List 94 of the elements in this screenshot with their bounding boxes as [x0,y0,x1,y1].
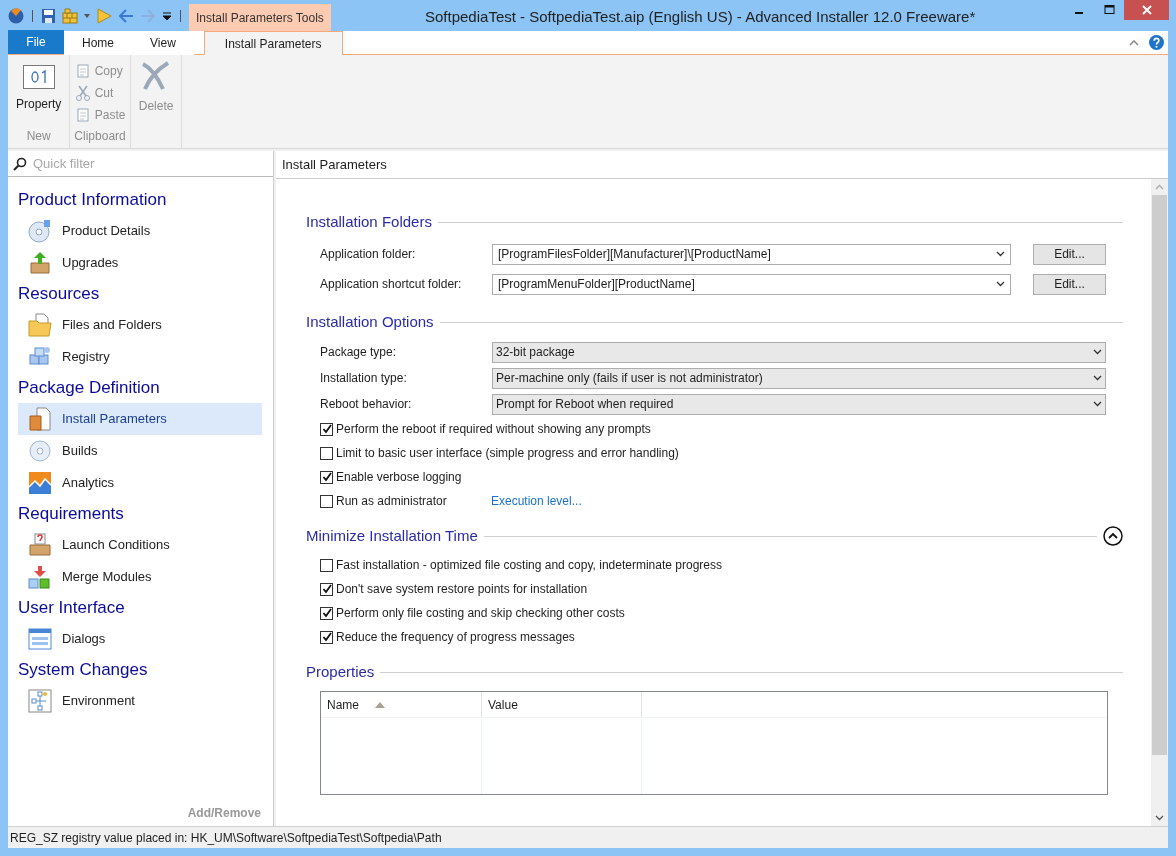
nav-item[interactable]: Files and Folders [18,309,262,341]
checkbox-option[interactable]: Fast installation - optimized file costing and copy, indeterminate progress [320,556,722,574]
scrollbar-thumb[interactable] [1152,195,1167,755]
caret-icon [1093,375,1102,381]
checkbox-option[interactable]: Enable verbose logging [320,468,462,486]
checkbox[interactable] [320,582,333,596]
disc-icon [28,439,52,463]
nav-item[interactable]: Dialogs [18,623,262,655]
nav-item[interactable]: Launch Conditions [18,529,262,561]
edit-button[interactable]: Edit... [1033,273,1106,295]
folder-icon [28,313,52,337]
document-icon [74,107,91,123]
group-heading: Package Definition [18,377,161,400]
checkbox-option[interactable]: Perform only file costing and skip checking other costs [320,604,625,622]
group-label: Clipboard [74,128,126,145]
context-tab-label: Install Parameters Tools [189,4,331,31]
customize-icon[interactable] [162,10,172,21]
field-label: Application folder: [320,246,417,263]
caret-icon [1093,349,1102,355]
window-title: SoftpediaTest - SoftpediaTest.aip (English US) - Advanced Installer 12.0 Freeware* [425,7,976,27]
panel-title: Install Parameters [282,155,387,174]
nav-item[interactable]: Analytics [18,467,262,499]
execution-level-link[interactable]: Execution level... [491,492,582,510]
checkbox-option[interactable]: Don't save system restore points for installation [320,580,588,598]
app-logo-icon[interactable] [8,7,24,24]
path-combo[interactable]: [ProgramMenuFolder][ProductName] [492,273,1011,295]
box-page-icon [28,407,52,431]
help-icon[interactable] [1149,35,1164,50]
checkbox-option[interactable]: Perform the reboot if required without showing any prompts [320,420,651,438]
path-combo[interactable]: [ProgramFilesFolder][Manufacturer]\[ProductName] [492,243,1011,265]
property-icon [22,65,55,89]
field-label: Installation type: [320,370,408,387]
group-heading: User Interface [18,597,126,620]
minimize-icon [1075,12,1083,14]
ribbon-tab[interactable]: Install Parameters [203,31,343,55]
nav-item[interactable]: Product Details [18,215,262,247]
nav-item[interactable]: Install Parameters [18,403,262,435]
file-tab[interactable]: File [8,30,64,54]
close-button[interactable] [1124,0,1169,20]
field-label: Application shortcut folder: [320,276,463,293]
quick-filter-field[interactable]: Quick filter [33,153,268,174]
scissors-icon [74,85,91,101]
checkbox-option[interactable]: Reduce the frequency of progress messages [320,628,575,646]
checkbox[interactable] [320,494,333,508]
collapse-icon[interactable] [1103,526,1123,546]
field-label: Package type: [320,344,398,361]
caret-icon [996,281,1005,287]
group-heading: Resources [18,283,101,306]
checkbox-option[interactable]: Run as administrator [320,492,491,510]
dropdown[interactable]: Per-machine only (fails if user is not administrator) [492,367,1106,389]
checkbox[interactable] [320,446,333,460]
box-question-icon [28,533,52,557]
checkbox[interactable] [320,606,333,620]
checkbox[interactable] [320,630,333,644]
section-heading: Installation Options [306,311,434,332]
edit-button[interactable]: Edit... [1033,243,1106,265]
disc-icon [28,219,52,243]
area-chart-icon [28,471,52,495]
caret-icon [1093,401,1102,407]
nav-item[interactable]: Upgrades [18,247,262,279]
section-heading: Properties [306,661,375,682]
group-label: New [26,128,51,145]
group-heading: Product Information [18,189,168,212]
cubes-arrow-icon [28,565,52,589]
nav-item[interactable]: Environment [18,685,262,717]
collapse-ribbon-icon[interactable] [1129,39,1139,46]
dropdown-icon[interactable] [84,13,90,18]
nav-item[interactable]: Merge Modules [18,561,262,593]
dialog-icon [28,627,52,651]
box-arrow-icon [28,251,52,275]
nav-item[interactable]: Builds [18,435,262,467]
section-heading: Minimize Installation Time [306,525,478,546]
checkbox[interactable] [320,422,333,436]
checkbox-option[interactable]: Limit to basic user interface (simple progress and error handling) [320,444,679,462]
column-header[interactable]: Name [321,692,482,717]
group-heading: Requirements [18,503,125,526]
status-text: REG_SZ registry value placed in: HK_UM\Software\SoftpediaTest\Softpedia\Path [10,829,442,847]
diagram-icon [28,689,52,713]
nav-item[interactable]: Registry [18,341,262,373]
column-header[interactable]: Value [482,692,642,717]
checkbox[interactable] [320,470,333,484]
dropdown[interactable]: Prompt for Reboot when required [492,393,1106,415]
save-icon[interactable] [41,7,56,24]
caret-icon [996,251,1005,257]
search-icon [13,156,27,171]
section-heading: Installation Folders [306,211,432,232]
dropdown[interactable]: 32-bit package [492,341,1106,363]
group-heading: System Changes [18,659,149,682]
maximize-icon [1103,5,1115,15]
field-label: Reboot behavior: [320,396,413,413]
document-icon [74,63,91,79]
close-icon [1141,5,1152,15]
checkbox[interactable] [320,558,333,572]
ribbon-button[interactable]: Property [12,61,66,125]
